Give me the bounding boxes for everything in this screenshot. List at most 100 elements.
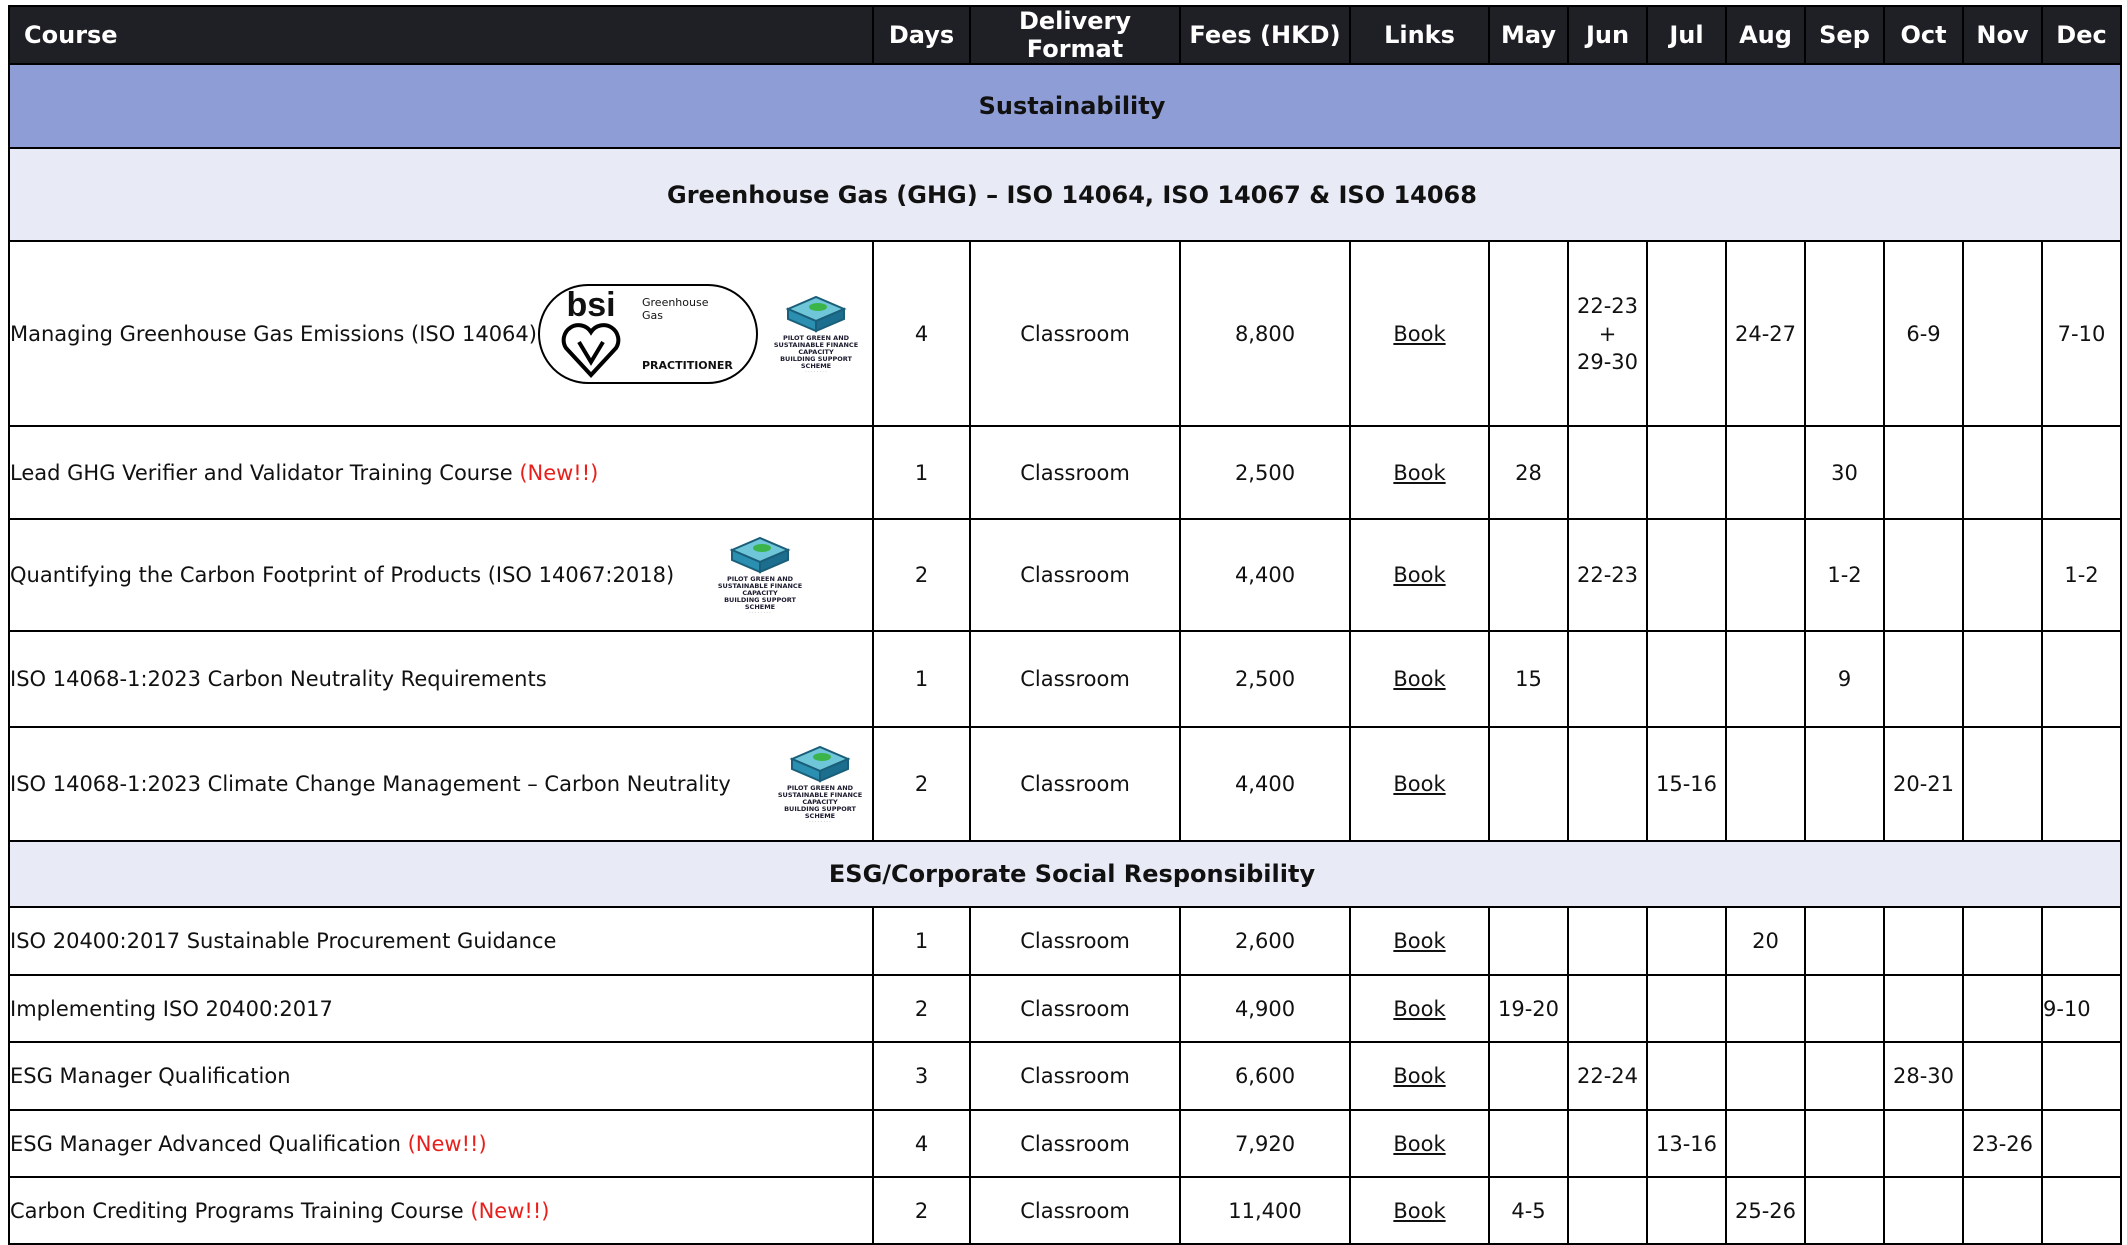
links-cell: Book bbox=[1349, 425, 1490, 520]
date-cell-dec bbox=[2041, 726, 2122, 842]
course-name: ISO 20400:2017 Sustainable Procurement G… bbox=[10, 929, 557, 953]
fee-cell: 2,500 bbox=[1179, 630, 1351, 728]
links-cell: Book bbox=[1349, 974, 1490, 1043]
date-cell-aug bbox=[1725, 518, 1806, 632]
course-name: ESG Manager Qualification bbox=[10, 1064, 291, 1088]
fee-cell: 6,600 bbox=[1179, 1041, 1351, 1111]
bsi-practitioner-badge: bsi Greenhouse Gas PRACTITIONER bbox=[538, 283, 758, 384]
date-cell-nov bbox=[1962, 240, 2043, 427]
section-title: Sustainability bbox=[8, 63, 2122, 149]
date-cell-jun bbox=[1567, 726, 1648, 842]
delivery-format-cell: Classroom bbox=[969, 630, 1181, 728]
book-link[interactable]: Book bbox=[1393, 1064, 1445, 1088]
links-cell: Book bbox=[1349, 726, 1490, 842]
course-name-cell: ISO 14068-1:2023 Carbon Neutrality Requi… bbox=[8, 630, 874, 728]
links-cell: Book bbox=[1349, 630, 1490, 728]
course-name: ESG Manager Advanced Qualification bbox=[10, 1131, 401, 1156]
course-name: Implementing ISO 20400:2017 bbox=[10, 996, 333, 1021]
course-name-cell: ESG Manager Advanced Qualification (New!… bbox=[8, 1109, 874, 1178]
date-cell-sep bbox=[1804, 1041, 1885, 1111]
table-row: Managing Greenhouse Gas Emissions (ISO 1… bbox=[8, 240, 2122, 427]
delivery-format-cell: Classroom bbox=[969, 425, 1181, 520]
table-row: Lead GHG Verifier and Validator Training… bbox=[8, 425, 2122, 520]
book-link[interactable]: Book bbox=[1393, 563, 1445, 587]
book-link[interactable]: Book bbox=[1393, 1132, 1445, 1156]
delivery-format-cell: Classroom bbox=[969, 906, 1181, 976]
date-cell-oct: 20-21 bbox=[1883, 726, 1964, 842]
date-cell-jul bbox=[1646, 906, 1727, 976]
date-cell-oct bbox=[1883, 425, 1964, 520]
delivery-format-cell: Classroom bbox=[969, 1176, 1181, 1245]
header-links: Links bbox=[1349, 5, 1490, 65]
fee-cell: 4,900 bbox=[1179, 974, 1351, 1043]
date-cell-nov bbox=[1962, 518, 2043, 632]
course-logos: PILOT GREEN AND SUSTAINABLE FINANCE CAPA… bbox=[770, 743, 870, 825]
green-finance-scheme-logo: PILOT GREEN AND SUSTAINABLE FINANCE CAPA… bbox=[766, 293, 866, 375]
course-name-cell: Implementing ISO 20400:2017 bbox=[8, 974, 874, 1043]
bsi-text-line2: Gas bbox=[642, 308, 663, 322]
date-cell-sep bbox=[1804, 1176, 1885, 1245]
date-cell-dec: 9-10 bbox=[2041, 974, 2122, 1043]
course-name: Lead GHG Verifier and Validator Training… bbox=[10, 460, 513, 485]
book-link[interactable]: Book bbox=[1393, 929, 1445, 953]
date-cell-jun: 22-24 bbox=[1567, 1041, 1648, 1111]
course-name-cell: Managing Greenhouse Gas Emissions (ISO 1… bbox=[8, 240, 874, 427]
book-link[interactable]: Book bbox=[1393, 997, 1445, 1021]
date-cell-sep bbox=[1804, 906, 1885, 976]
book-link[interactable]: Book bbox=[1393, 461, 1445, 485]
days-cell: 2 bbox=[872, 518, 971, 632]
green-finance-scheme-logo: PILOT GREEN AND SUSTAINABLE FINANCE CAPA… bbox=[710, 534, 810, 616]
days-cell: 3 bbox=[872, 1041, 971, 1111]
date-cell-oct bbox=[1883, 1109, 1964, 1178]
date-cell-jul bbox=[1646, 518, 1727, 632]
date-cell-may: 15 bbox=[1488, 630, 1569, 728]
table-row: ISO 14068-1:2023 Climate Change Manageme… bbox=[8, 726, 2122, 842]
subsection-title-ghg: Greenhouse Gas (GHG) – ISO 14064, ISO 14… bbox=[8, 148, 2122, 242]
header-format: Delivery Format bbox=[969, 5, 1181, 65]
bsi-text-line1: Greenhouse bbox=[642, 295, 709, 309]
table-row: ISO 14068-1:2023 Carbon Neutrality Requi… bbox=[8, 630, 2122, 728]
bsi-text-practitioner: PRACTITIONER bbox=[642, 358, 733, 372]
book-link[interactable]: Book bbox=[1393, 667, 1445, 691]
header-month-nov: Nov bbox=[1962, 5, 2043, 65]
fee-cell: 2,600 bbox=[1179, 906, 1351, 976]
header-month-aug: Aug bbox=[1725, 5, 1806, 65]
date-cell-sep bbox=[1804, 726, 1885, 842]
header-month-jun: Jun bbox=[1567, 5, 1648, 65]
course-name: Quantifying the Carbon Footprint of Prod… bbox=[10, 563, 675, 587]
date-cell-may bbox=[1488, 726, 1569, 842]
course-name: Carbon Crediting Programs Training Cours… bbox=[10, 1198, 464, 1223]
delivery-format-cell: Classroom bbox=[969, 726, 1181, 842]
date-cell-nov bbox=[1962, 425, 2043, 520]
links-cell: Book bbox=[1349, 240, 1490, 427]
date-cell-jul bbox=[1646, 1176, 1727, 1245]
gf-line3: BUILDING SUPPORT SCHEME bbox=[784, 805, 856, 820]
date-cell-jun bbox=[1567, 1176, 1648, 1245]
delivery-format-cell: Classroom bbox=[969, 1041, 1181, 1111]
date-cell-dec bbox=[2041, 906, 2122, 976]
header-days: Days bbox=[872, 5, 971, 65]
course-name: Managing Greenhouse Gas Emissions (ISO 1… bbox=[10, 321, 537, 346]
header-month-sep: Sep bbox=[1804, 5, 1885, 65]
book-link[interactable]: Book bbox=[1393, 322, 1445, 346]
links-cell: Book bbox=[1349, 1176, 1490, 1245]
days-cell: 1 bbox=[872, 630, 971, 728]
gf-line2: SUSTAINABLE FINANCE CAPACITY bbox=[777, 791, 863, 806]
bsi-badge-text: Greenhouse Gas PRACTITIONER bbox=[642, 296, 733, 372]
date-cell-dec bbox=[2041, 1109, 2122, 1178]
book-link[interactable]: Book bbox=[1393, 772, 1445, 796]
date-cell-jul bbox=[1646, 425, 1727, 520]
date-cell-nov bbox=[1962, 1176, 2043, 1245]
table-row: ISO 20400:2017 Sustainable Procurement G… bbox=[8, 906, 2122, 976]
date-cell-oct: 28-30 bbox=[1883, 1041, 1964, 1111]
course-name-cell: ISO 20400:2017 Sustainable Procurement G… bbox=[8, 906, 874, 976]
days-cell: 1 bbox=[872, 906, 971, 976]
date-cell-may bbox=[1488, 1109, 1569, 1178]
date-cell-aug bbox=[1725, 1109, 1806, 1178]
date-cell-aug: 20 bbox=[1725, 906, 1806, 976]
days-cell: 2 bbox=[872, 1176, 971, 1245]
date-cell-oct: 6-9 bbox=[1883, 240, 1964, 427]
fee-cell: 11,400 bbox=[1179, 1176, 1351, 1245]
book-link[interactable]: Book bbox=[1393, 1199, 1445, 1223]
course-name-cell: Lead GHG Verifier and Validator Training… bbox=[8, 425, 874, 520]
